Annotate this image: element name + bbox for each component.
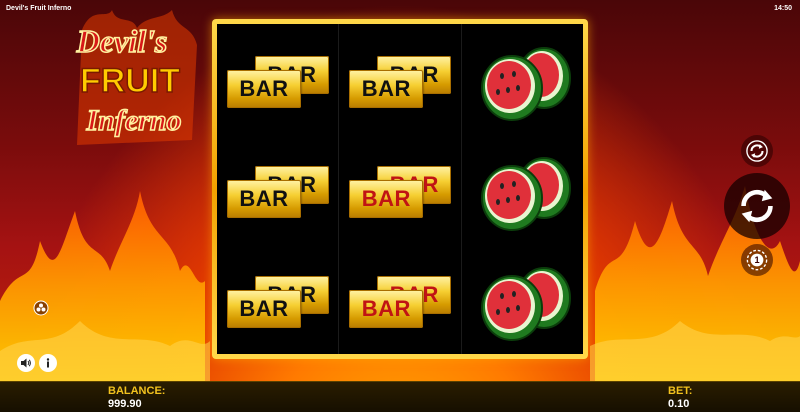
symbol-bar: BAR BAR: [339, 24, 460, 134]
logo-line2: FRUIT: [80, 62, 180, 100]
symbol-bar: BAR BAR: [217, 244, 338, 354]
symbol-bar: BAR BAR: [217, 24, 338, 134]
reel-3: [462, 24, 583, 354]
autoplay-icon: [746, 140, 768, 162]
symbol-bar-red: BAR BAR: [339, 244, 460, 354]
bet-value[interactable]: 0.10: [668, 398, 689, 410]
bar-tile-front: BAR: [227, 180, 301, 218]
watermelon-icon: [480, 47, 571, 121]
sound-button[interactable]: [17, 354, 35, 372]
symbol-bar-red: BAR BAR: [339, 134, 460, 244]
reel-2: BAR BAR BAR BAR BAR BAR: [339, 24, 462, 354]
spin-button[interactable]: [724, 173, 790, 239]
info-icon: [46, 358, 50, 368]
bet-label: BET:: [668, 385, 693, 397]
info-button[interactable]: [39, 354, 57, 372]
paytable-button[interactable]: [33, 300, 49, 316]
bar-tile-front: BAR: [349, 290, 424, 328]
game-logo: Devil's FRUIT Inferno: [75, 10, 197, 145]
balance-label: BALANCE:: [108, 385, 166, 397]
autoplay-button[interactable]: [741, 135, 773, 167]
watermelon-icon: [480, 267, 571, 341]
symbol-watermelon: [462, 24, 583, 134]
clock: 14:50: [774, 5, 792, 12]
bar-tile-front: BAR: [227, 290, 301, 328]
symbol-watermelon: [462, 134, 583, 244]
logo-line3: Inferno: [85, 104, 181, 137]
reels: BAR BAR BAR BAR BAR BAR BAR BAR BAR BAR: [217, 24, 583, 354]
balance-value: 999.90: [108, 398, 142, 410]
speaker-icon: [21, 358, 31, 368]
paytable-icon: [33, 300, 49, 316]
reel-frame: BAR BAR BAR BAR BAR BAR BAR BAR BAR BAR: [212, 19, 588, 359]
bar-tile-front: BAR: [227, 70, 301, 108]
symbol-bar: BAR BAR: [217, 134, 338, 244]
turbo-button[interactable]: 1: [741, 244, 773, 276]
turbo-value: 1: [754, 255, 759, 265]
turbo-icon: 1: [746, 249, 768, 271]
symbol-watermelon: [462, 244, 583, 354]
watermelon-icon: [480, 157, 571, 231]
logo-line1: Devil's: [76, 23, 168, 59]
bar-tile-front: BAR: [349, 180, 424, 218]
bottom-bar: BALANCE: 999.90 BET: 0.10: [0, 381, 800, 412]
bar-tile-front: BAR: [349, 70, 424, 108]
reel-1: BAR BAR BAR BAR BAR BAR: [217, 24, 340, 354]
spin-icon: [741, 189, 773, 223]
